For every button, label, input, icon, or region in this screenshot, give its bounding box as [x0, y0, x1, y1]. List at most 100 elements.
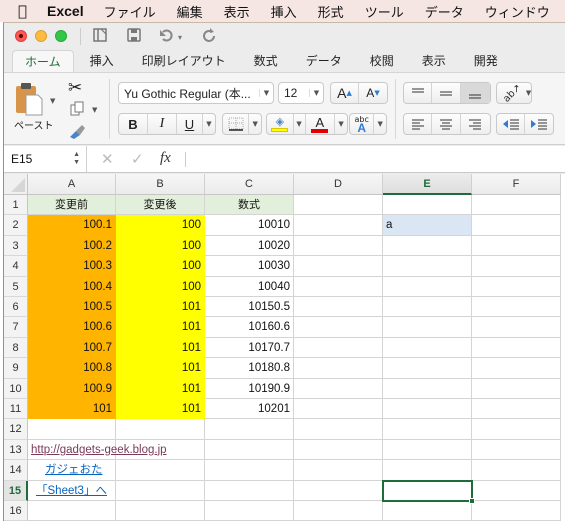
cell-e12[interactable] — [383, 419, 472, 440]
decrease-font-size-button[interactable]: A ▼ — [359, 83, 387, 103]
cell-e16[interactable] — [383, 501, 472, 522]
decrease-indent-button[interactable] — [497, 114, 526, 134]
apple-icon[interactable]:  — [18, 2, 27, 20]
zoom-button[interactable] — [55, 30, 67, 42]
paste-dropdown-caret[interactable]: ▼ — [50, 97, 55, 105]
cell-b9[interactable]: 101 — [116, 358, 205, 379]
row-header-15[interactable]: 15 — [4, 480, 28, 501]
hyperlink-gajeota[interactable]: ガジェおた — [45, 464, 103, 476]
cell-a1[interactable]: 変更前 — [28, 195, 116, 216]
tab-data[interactable]: データ — [294, 50, 354, 72]
name-box[interactable]: E15 ▲ ▼ — [4, 146, 87, 173]
cell-b3[interactable]: 100 — [116, 235, 205, 257]
cell-c11[interactable]: 10201 — [205, 399, 294, 420]
tab-insert[interactable]: 挿入 — [78, 50, 126, 72]
cell-c3[interactable]: 10020 — [205, 235, 294, 257]
cell-b13[interactable] — [116, 439, 205, 461]
cell-f14[interactable] — [472, 460, 561, 481]
cell-f1[interactable] — [472, 195, 561, 216]
column-header-b[interactable]: B — [116, 174, 205, 195]
row-header-14[interactable]: 14 — [4, 460, 28, 481]
cell-d14[interactable] — [294, 460, 383, 481]
cell-f4[interactable] — [472, 256, 561, 277]
cell-c4[interactable]: 10030 — [205, 256, 294, 277]
row-header-3[interactable]: 3 — [4, 235, 28, 257]
cell-c1[interactable]: 数式 — [205, 195, 294, 216]
cell-b1[interactable]: 変更後 — [116, 195, 205, 216]
cell-c15[interactable] — [205, 480, 294, 501]
font-size-select[interactable]: 12 ▼ — [278, 82, 324, 104]
sidebar-icon[interactable] — [92, 27, 108, 47]
cell-b10[interactable]: 101 — [116, 378, 205, 399]
cell-a11[interactable]: 101 — [28, 399, 116, 420]
row-header-4[interactable]: 4 — [4, 256, 28, 277]
underline-button[interactable]: U — [177, 114, 203, 134]
cell-d1[interactable] — [294, 195, 383, 216]
phonetic-guide-button[interactable]: abc A — [350, 114, 375, 134]
cell-a7[interactable]: 100.6 — [28, 317, 116, 338]
cell-f5[interactable] — [472, 276, 561, 297]
cell-a6[interactable]: 100.5 — [28, 297, 116, 318]
align-middle-button[interactable] — [432, 83, 461, 103]
cell-f8[interactable] — [472, 337, 561, 359]
row-header-2[interactable]: 2 — [4, 215, 28, 236]
cell-f6[interactable] — [472, 297, 561, 318]
cell-f10[interactable] — [472, 378, 561, 399]
undo-icon[interactable] — [158, 27, 174, 47]
cell-e8[interactable] — [383, 337, 472, 359]
cell-d9[interactable] — [294, 358, 383, 379]
cell-c13[interactable] — [205, 439, 294, 461]
cell-f12[interactable] — [472, 419, 561, 440]
menu-format[interactable]: 形式 — [318, 2, 344, 21]
cell-e13[interactable] — [383, 439, 472, 461]
row-header-5[interactable]: 5 — [4, 276, 28, 297]
cancel-icon[interactable]: ✕ — [101, 150, 114, 168]
cell-a16[interactable] — [28, 501, 116, 522]
cell-e11[interactable] — [383, 399, 472, 420]
cell-c10[interactable]: 10190.9 — [205, 378, 294, 399]
row-header-7[interactable]: 7 — [4, 317, 28, 338]
underline-dropdown-caret[interactable]: ▼ — [203, 114, 215, 134]
bold-button[interactable]: B — [119, 114, 148, 134]
cell-d13[interactable] — [294, 439, 383, 461]
cell-b4[interactable]: 100 — [116, 256, 205, 277]
align-top-button[interactable] — [404, 83, 433, 103]
cell-d16[interactable] — [294, 501, 383, 522]
row-header-13[interactable]: 13 — [4, 439, 28, 461]
cell-e15[interactable] — [383, 480, 472, 501]
redo-icon[interactable] — [201, 27, 217, 47]
cell-e3[interactable] — [383, 235, 472, 257]
row-header-12[interactable]: 12 — [4, 419, 28, 440]
cell-e10[interactable] — [383, 378, 472, 399]
cell-f3[interactable] — [472, 235, 561, 257]
tab-home[interactable]: ホーム — [12, 50, 74, 72]
column-header-f[interactable]: F — [472, 174, 561, 195]
cell-e5[interactable] — [383, 276, 472, 297]
cell-f15[interactable] — [472, 480, 561, 501]
menu-app-name[interactable]: Excel — [47, 3, 84, 19]
cell-d3[interactable] — [294, 235, 383, 257]
cell-b5[interactable]: 100 — [116, 276, 205, 297]
cell-a4[interactable]: 100.3 — [28, 256, 116, 277]
cut-icon[interactable]: ✂ — [68, 78, 82, 98]
menu-tools[interactable]: ツール — [365, 2, 404, 21]
cell-a12[interactable] — [28, 419, 116, 440]
cell-f2[interactable] — [472, 215, 561, 236]
cell-e6[interactable] — [383, 297, 472, 318]
cell-a15[interactable]: 「Sheet3」へ — [28, 480, 116, 501]
row-header-6[interactable]: 6 — [4, 297, 28, 318]
font-color-dropdown-caret[interactable]: ▼ — [335, 114, 347, 134]
cell-d5[interactable] — [294, 276, 383, 297]
cell-f7[interactable] — [472, 317, 561, 338]
align-bottom-button[interactable] — [460, 83, 490, 103]
cell-f13[interactable] — [472, 439, 561, 461]
select-all-corner[interactable] — [4, 174, 28, 195]
increase-font-size-button[interactable]: A ▲ — [331, 83, 360, 103]
cell-b2[interactable]: 100 — [116, 215, 205, 236]
save-icon[interactable] — [126, 27, 142, 47]
align-right-button[interactable] — [461, 114, 490, 134]
cell-b16[interactable] — [116, 501, 205, 522]
cell-d7[interactable] — [294, 317, 383, 338]
row-header-9[interactable]: 9 — [4, 358, 28, 379]
cell-e7[interactable] — [383, 317, 472, 338]
